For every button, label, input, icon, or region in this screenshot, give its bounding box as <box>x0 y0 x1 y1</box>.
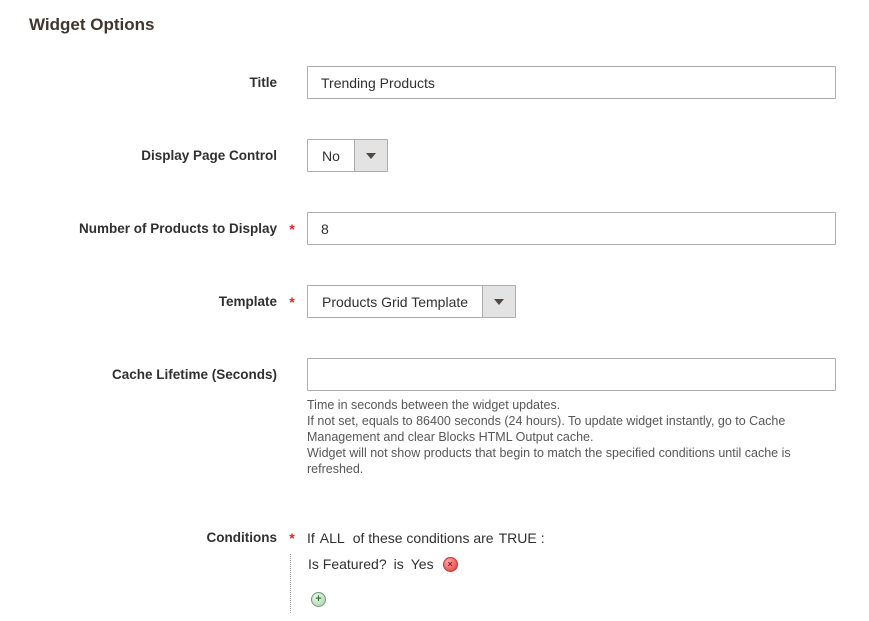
note-line: If not set, equals to 86400 seconds (24 … <box>307 413 807 445</box>
cache-lifetime-label: Cache Lifetime (Seconds) <box>0 358 277 385</box>
title-input[interactable] <box>307 66 836 99</box>
template-selected-value: Products Grid Template <box>308 286 482 317</box>
conditions-aggregator[interactable]: ALL <box>320 530 345 546</box>
widget-options-panel: Widget Options Title Display Page Contro… <box>0 0 869 613</box>
conditions-rule-tree: Is Featured? is Yes × + <box>290 554 847 613</box>
caret-down-icon <box>366 153 376 159</box>
num-products-required-mark: * <box>277 212 307 239</box>
cache-lifetime-required-mark <box>277 358 307 365</box>
condition-value[interactable]: Yes <box>411 554 434 574</box>
conditions-summary-middle: of these conditions are <box>353 530 494 546</box>
conditions-value[interactable]: TRUE <box>499 530 537 546</box>
add-condition-icon[interactable]: + <box>311 592 326 607</box>
conditions-summary: If ALL of these conditions are TRUE: <box>307 521 847 548</box>
condition-attribute[interactable]: Is Featured? <box>308 554 387 574</box>
display-page-control-select[interactable]: No <box>307 139 388 172</box>
caret-down-icon <box>494 299 504 305</box>
page-title: Widget Options <box>29 13 869 36</box>
dropdown-arrow-box[interactable] <box>482 286 515 317</box>
display-page-control-label: Display Page Control <box>0 139 277 166</box>
display-page-control-selected-value: No <box>308 140 354 171</box>
condition-operator[interactable]: is <box>394 554 404 574</box>
conditions-required-mark: * <box>277 521 307 548</box>
remove-condition-icon[interactable]: × <box>443 557 458 572</box>
conditions-summary-suffix: : <box>541 530 545 546</box>
field-row-display-page-control: Display Page Control No <box>0 139 869 172</box>
field-row-template: Template * Products Grid Template <box>0 285 869 318</box>
num-products-label: Number of Products to Display <box>0 212 277 239</box>
template-label: Template <box>0 285 277 312</box>
add-condition-row: + <box>308 592 847 607</box>
template-select[interactable]: Products Grid Template <box>307 285 516 318</box>
cache-lifetime-note: Time in seconds between the widget updat… <box>307 397 807 477</box>
note-line: Time in seconds between the widget updat… <box>307 397 807 413</box>
field-row-cache-lifetime: Cache Lifetime (Seconds) Time in seconds… <box>0 358 869 477</box>
display-page-control-required-mark <box>277 139 307 146</box>
num-products-input[interactable] <box>307 212 836 245</box>
field-row-conditions: Conditions * If ALL of these conditions ar… <box>0 521 869 613</box>
conditions-label: Conditions <box>0 521 277 548</box>
title-label: Title <box>0 66 277 93</box>
cache-lifetime-input[interactable] <box>307 358 836 391</box>
condition-rule-row: Is Featured? is Yes × <box>308 554 847 574</box>
field-row-title: Title <box>0 66 869 99</box>
dropdown-arrow-box[interactable] <box>354 140 387 171</box>
note-line: Widget will not show products that begin… <box>307 445 807 477</box>
field-row-num-products: Number of Products to Display * <box>0 212 869 245</box>
conditions-summary-prefix: If <box>307 530 315 546</box>
template-required-mark: * <box>277 285 307 312</box>
title-required-mark <box>277 66 307 73</box>
